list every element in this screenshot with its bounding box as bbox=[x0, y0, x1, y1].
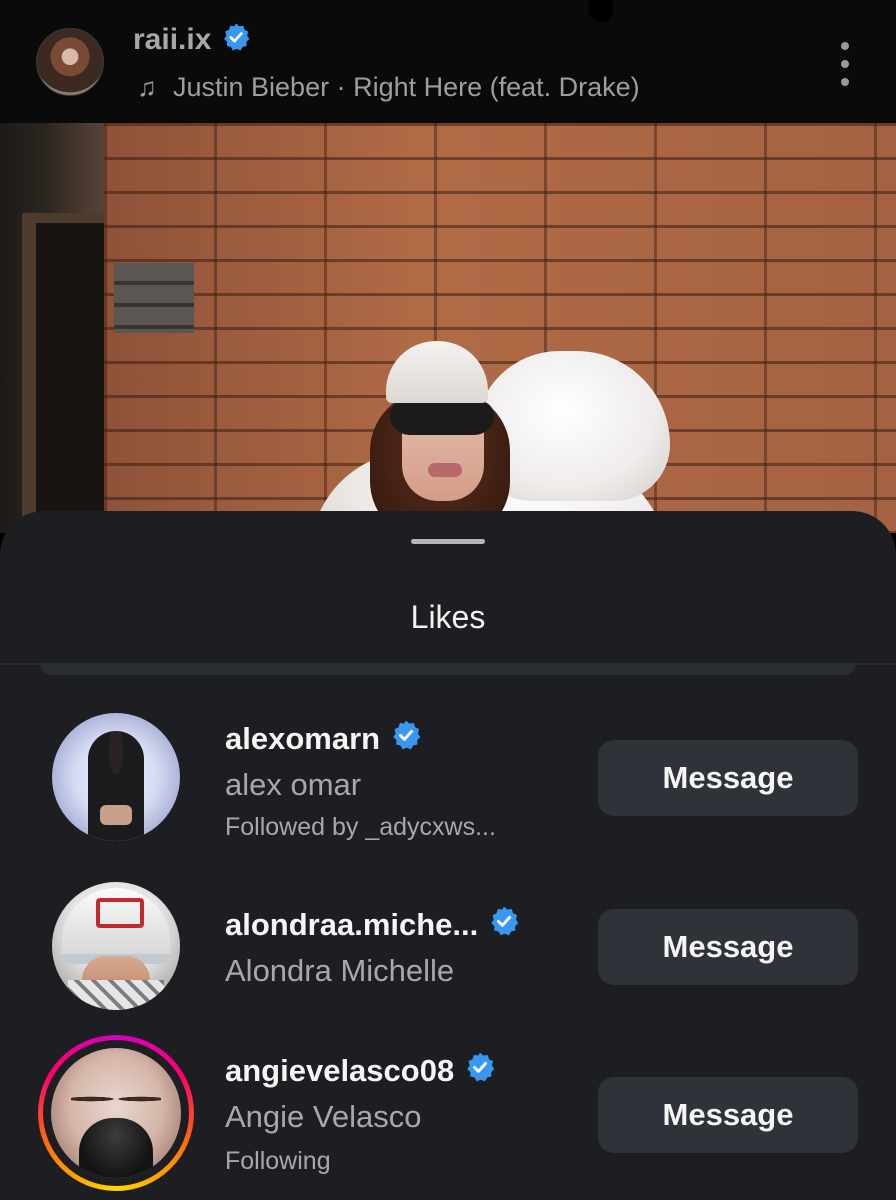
photo-wall-patch bbox=[114, 263, 194, 333]
verified-badge-icon bbox=[488, 905, 520, 945]
camera-notch bbox=[589, 0, 613, 22]
like-username[interactable]: alexomarn bbox=[225, 719, 422, 759]
sheet-title: Likes bbox=[410, 599, 486, 635]
username-text: angievelasco08 bbox=[225, 1053, 455, 1088]
list-item[interactable]: angievelasco08 Angie Velasco Following M… bbox=[0, 1035, 896, 1195]
audio-track-label: Justin Bieber · Right Here (feat. Drake) bbox=[173, 72, 640, 102]
post-photo[interactable] bbox=[0, 123, 896, 533]
message-button[interactable]: Message bbox=[598, 909, 858, 985]
list-item[interactable]: alondraa.miche... Alondra Michelle Messa… bbox=[0, 880, 896, 1040]
like-full-name: alex omar bbox=[225, 767, 362, 802]
avatar[interactable] bbox=[52, 882, 180, 1010]
username-text: alexomarn bbox=[225, 721, 381, 756]
music-note-icon: ♫ bbox=[137, 72, 157, 102]
photo-doorway bbox=[0, 123, 112, 533]
message-button[interactable]: Message bbox=[598, 1077, 858, 1153]
like-full-name: Alondra Michelle bbox=[225, 953, 455, 988]
post-author[interactable]: raii.ix bbox=[133, 22, 251, 57]
username-text: alondraa.miche... bbox=[225, 907, 479, 942]
post-header: raii.ix ♫ Justin Bieber · Right Here (fe… bbox=[0, 0, 896, 123]
post-audio-track[interactable]: ♫ Justin Bieber · Right Here (feat. Drak… bbox=[133, 72, 640, 103]
post-author-avatar[interactable] bbox=[36, 28, 104, 96]
search-bar-edge[interactable] bbox=[40, 663, 856, 675]
like-subtitle: Following bbox=[225, 1147, 331, 1175]
verified-badge-icon bbox=[464, 1051, 496, 1091]
likes-bottom-sheet: Likes alexomarn alex omar Followed by _a… bbox=[0, 511, 896, 1200]
like-username[interactable]: angievelasco08 bbox=[225, 1051, 496, 1091]
like-subtitle: Followed by _adycxws... bbox=[225, 813, 496, 841]
message-button[interactable]: Message bbox=[598, 740, 858, 816]
more-vertical-icon[interactable] bbox=[830, 42, 860, 86]
like-full-name: Angie Velasco bbox=[225, 1099, 422, 1134]
avatar[interactable] bbox=[52, 713, 180, 841]
list-item[interactable]: alexomarn alex omar Followed by _adycxws… bbox=[0, 711, 896, 871]
avatar[interactable] bbox=[51, 1048, 181, 1178]
post-author-username[interactable]: raii.ix bbox=[133, 23, 211, 57]
like-username[interactable]: alondraa.miche... bbox=[225, 905, 520, 945]
verified-badge-icon bbox=[390, 719, 422, 759]
verified-badge-icon bbox=[221, 22, 251, 57]
photo-subject bbox=[310, 341, 680, 533]
sheet-drag-handle[interactable] bbox=[411, 539, 485, 544]
story-ring[interactable] bbox=[38, 1035, 194, 1191]
